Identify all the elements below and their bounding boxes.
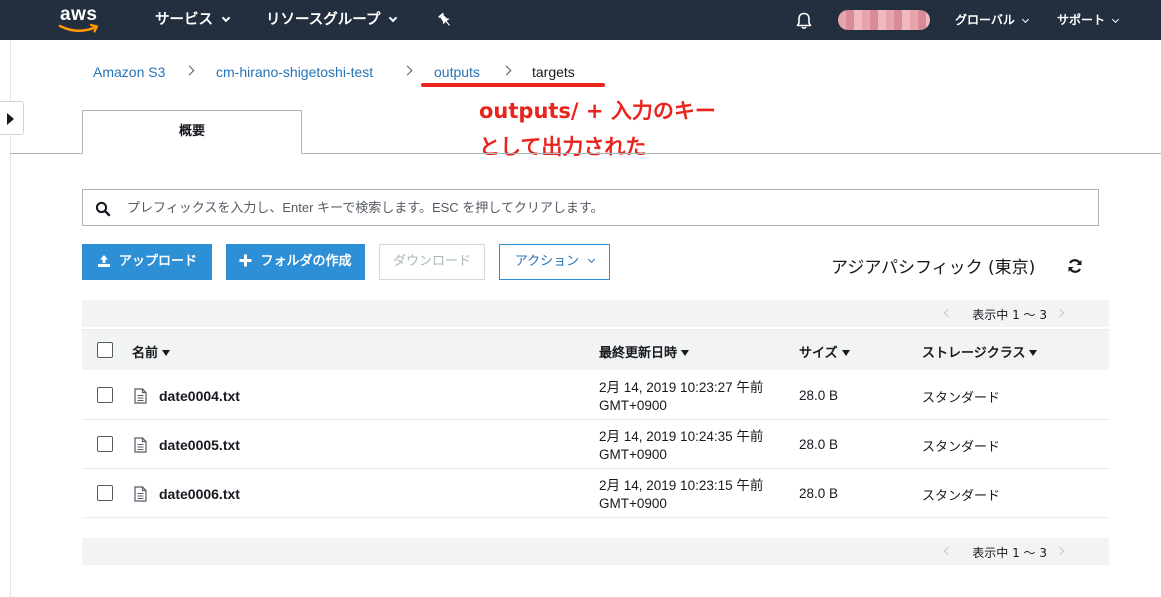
download-button[interactable]: ダウンロード: [379, 244, 485, 280]
upload-button[interactable]: アップロード: [82, 244, 212, 280]
last-modified-cell: 2月 14, 2019 10:23:27 午前 GMT+0900: [599, 379, 763, 415]
last-modified-date: 2月 14, 2019 10:24:35 午前: [599, 429, 764, 444]
bell-icon[interactable]: [794, 11, 814, 31]
plus-icon: [239, 254, 252, 267]
upload-icon: [97, 254, 110, 267]
row-checkbox[interactable]: [97, 485, 113, 501]
last-modified-date: 2月 14, 2019 10:23:15 午前: [599, 478, 764, 493]
aws-logo-text: aws: [60, 4, 98, 25]
upload-button-label: アップロード: [118, 254, 197, 269]
table-row[interactable]: date0006.txt 2月 14, 2019 10:23:15 午前 GMT…: [82, 469, 1109, 518]
row-checkbox[interactable]: [97, 436, 113, 452]
table-header: 名前 最終更新日時 サイズ ストレージクラス: [82, 329, 1109, 370]
annotation-line-1: outputs/ + 入力のキー: [479, 99, 716, 123]
last-modified-timezone: GMT+0900: [599, 398, 667, 413]
search-icon: [95, 201, 111, 217]
pagination-bottom: 表示中 1 〜 3: [82, 538, 1109, 565]
services-menu-label: サービス: [155, 12, 213, 28]
previous-page-icon[interactable]: [943, 308, 953, 318]
account-menu[interactable]: [838, 10, 930, 30]
create-folder-button[interactable]: フォルダの作成: [226, 244, 365, 280]
aws-logo[interactable]: aws: [58, 4, 106, 36]
file-icon: [134, 437, 147, 453]
create-folder-button-label: フォルダの作成: [260, 254, 352, 269]
file-name-link[interactable]: date0006.txt: [159, 486, 240, 502]
next-page-icon[interactable]: [1055, 308, 1065, 318]
file-icon: [134, 486, 147, 502]
caret-right-icon: [7, 113, 14, 125]
column-header-last-modified[interactable]: 最終更新日時: [599, 342, 690, 361]
size-cell: 28.0 B: [799, 486, 839, 501]
resource-groups-menu[interactable]: リソースグループ: [266, 0, 398, 40]
select-all-checkbox[interactable]: [97, 342, 113, 358]
previous-page-icon[interactable]: [943, 546, 953, 556]
last-modified-cell: 2月 14, 2019 10:24:35 午前 GMT+0900: [599, 428, 763, 464]
last-modified-date: 2月 14, 2019 10:23:27 午前: [599, 380, 764, 395]
size-cell: 28.0 B: [799, 388, 839, 403]
column-header-size-label: サイズ: [799, 346, 838, 361]
support-menu[interactable]: サポート: [1057, 0, 1120, 40]
pin-icon[interactable]: [436, 11, 454, 29]
prefix-search-input[interactable]: [127, 190, 1087, 225]
breadcrumb-bucket[interactable]: cm-hirano-shigetoshi-test: [216, 64, 373, 80]
sort-down-icon: [1029, 350, 1038, 356]
tab-overview[interactable]: 概要: [82, 110, 302, 154]
file-icon: [134, 388, 147, 404]
pagination-label: 表示中 1 〜 3: [972, 308, 1047, 322]
sort-down-icon: [841, 350, 850, 356]
bucket-region-label: アジアパシフィック (東京): [831, 258, 1036, 278]
column-header-name-label: 名前: [132, 346, 159, 361]
last-modified-cell: 2月 14, 2019 10:23:15 午前 GMT+0900: [599, 477, 763, 513]
storage-class-cell: スタンダード: [922, 440, 1001, 455]
last-modified-timezone: GMT+0900: [599, 447, 667, 462]
row-checkbox[interactable]: [97, 387, 113, 403]
chevron-down-icon: [221, 13, 231, 23]
size-cell: 28.0 B: [799, 437, 839, 452]
resource-groups-menu-label: リソースグループ: [266, 12, 381, 28]
annotation-note: outputs/ + 入力のキー として出力された: [479, 93, 716, 165]
breadcrumb-separator-icon: [184, 65, 195, 76]
column-header-name[interactable]: 名前: [132, 342, 171, 361]
prefix-search-box: [82, 189, 1099, 226]
annotation-line-2: として出力された: [479, 135, 647, 159]
next-page-icon[interactable]: [1055, 546, 1065, 556]
annotation-underline: [421, 83, 605, 87]
column-header-last-modified-label: 最終更新日時: [599, 346, 678, 361]
chevron-down-icon: [588, 255, 596, 264]
table-row[interactable]: date0004.txt 2月 14, 2019 10:23:27 午前 GMT…: [82, 371, 1109, 420]
breadcrumb-outputs-folder[interactable]: outputs: [434, 64, 480, 80]
column-header-storage-class[interactable]: ストレージクラス: [922, 342, 1038, 361]
storage-class-cell: スタンダード: [922, 489, 1001, 504]
last-modified-timezone: GMT+0900: [599, 496, 667, 511]
breadcrumb-separator-icon: [402, 65, 413, 76]
refresh-icon[interactable]: [1066, 257, 1084, 275]
aws-smile-icon: [58, 24, 99, 33]
services-menu[interactable]: サービス: [155, 0, 231, 40]
column-header-size[interactable]: サイズ: [799, 342, 850, 361]
file-name-link[interactable]: date0004.txt: [159, 388, 240, 404]
sort-down-icon: [162, 350, 171, 356]
top-navigation-bar: aws サービス リソースグループ グローバル サポート: [0, 0, 1161, 40]
actions-dropdown[interactable]: アクション: [499, 244, 610, 280]
breadcrumb-amazon-s3[interactable]: Amazon S3: [93, 64, 165, 80]
file-name-link[interactable]: date0005.txt: [159, 437, 240, 453]
chevron-down-icon: [1111, 15, 1120, 24]
chevron-down-icon: [1021, 15, 1029, 24]
sort-down-icon: [681, 350, 690, 356]
breadcrumb-separator-icon: [501, 65, 512, 76]
breadcrumb-targets-folder: targets: [532, 64, 575, 80]
support-menu-label: サポート: [1057, 13, 1106, 27]
chevron-down-icon: [389, 13, 398, 23]
actions-dropdown-label: アクション: [514, 254, 580, 269]
pagination-label: 表示中 1 〜 3: [972, 546, 1047, 560]
pagination-top: 表示中 1 〜 3: [82, 300, 1109, 327]
sidebar-expand-toggle[interactable]: [0, 101, 24, 135]
storage-class-cell: スタンダード: [922, 391, 1001, 406]
global-region-menu-label: グローバル: [955, 13, 1015, 27]
table-row[interactable]: date0005.txt 2月 14, 2019 10:24:35 午前 GMT…: [82, 420, 1109, 469]
global-region-menu[interactable]: グローバル: [955, 0, 1029, 40]
column-header-storage-class-label: ストレージクラス: [922, 346, 1026, 361]
